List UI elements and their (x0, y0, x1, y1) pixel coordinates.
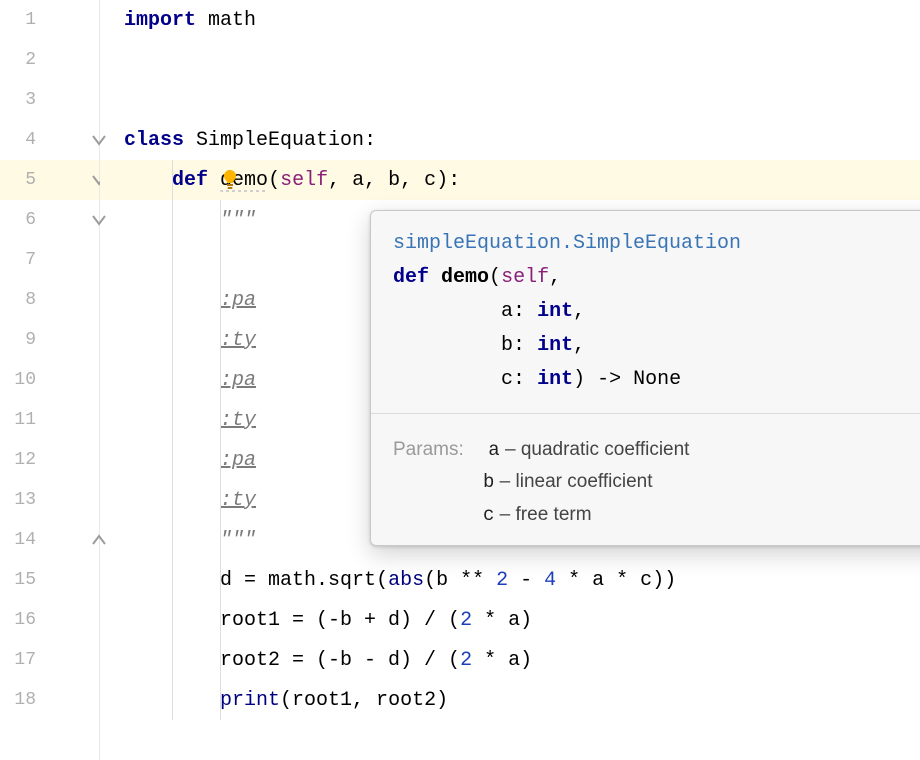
code-editor[interactable]: 1 2 3 4 5 6 7 8 9 10 (0, 0, 920, 760)
gutter-row: 18 (0, 680, 99, 720)
class-name: SimpleEquation (196, 129, 364, 152)
gutter: 1 2 3 4 5 6 7 8 9 10 (0, 0, 100, 760)
indent-guide (220, 200, 221, 720)
gutter-row: 10 (0, 360, 99, 400)
module-name: math (208, 9, 256, 32)
gutter-row: 13 (0, 480, 99, 520)
line-number: 2 (0, 50, 50, 70)
code-line[interactable]: print(root1, root2) (100, 680, 920, 720)
line-number: 3 (0, 90, 50, 110)
quick-doc-popup: simpleEquation.SimpleEquation def demo(s… (370, 210, 920, 546)
indent-guide (172, 160, 173, 720)
gutter-row: 6 (0, 200, 99, 240)
line-number: 14 (0, 530, 50, 550)
code-line[interactable]: class SimpleEquation: (100, 120, 920, 160)
gutter-row: 3 (0, 80, 99, 120)
signature-block: simpleEquation.SimpleEquation def demo(s… (371, 211, 920, 414)
gutter-row: 11 (0, 400, 99, 440)
line-number: 4 (0, 130, 50, 150)
doc-tag: :ty (220, 489, 256, 512)
code-line[interactable]: root1 = (-b + d) / (2 * a) (100, 600, 920, 640)
line-number: 5 (0, 170, 50, 190)
line-number: 16 (0, 610, 50, 630)
line-number: 9 (0, 330, 50, 350)
line-number: 11 (0, 410, 50, 430)
line-number: 18 (0, 690, 50, 710)
line-number: 12 (0, 450, 50, 470)
gutter-row: 9 (0, 320, 99, 360)
intention-bulb-icon[interactable] (218, 168, 242, 192)
line-number: 13 (0, 490, 50, 510)
code-line[interactable]: import math (100, 0, 920, 40)
gutter-row: 1 (0, 0, 99, 40)
self-param: self (280, 169, 328, 192)
docstring: """ (220, 209, 256, 232)
keyword-def: def (172, 169, 208, 192)
gutter-row: 15 (0, 560, 99, 600)
qualifier: simpleEquation.SimpleEquation (393, 232, 741, 255)
gutter-row: 14 (0, 520, 99, 560)
code-line[interactable] (100, 80, 920, 120)
line-number: 15 (0, 570, 50, 590)
doc-tag: :pa (220, 449, 256, 472)
line-number: 6 (0, 210, 50, 230)
code-area[interactable]: import math class SimpleEquation: def de… (100, 0, 920, 760)
gutter-row: 4 (0, 120, 99, 160)
gutter-row: 8 (0, 280, 99, 320)
doc-tag: :pa (220, 369, 256, 392)
code-line[interactable] (100, 40, 920, 80)
line-number: 17 (0, 650, 50, 670)
gutter-row: 2 (0, 40, 99, 80)
gutter-row: 7 (0, 240, 99, 280)
line-number: 7 (0, 250, 50, 270)
keyword-class: class (124, 129, 184, 152)
params-label: Params: (393, 434, 483, 466)
gutter-row: 12 (0, 440, 99, 480)
code-line[interactable]: d = math.sqrt(abs(b ** 2 - 4 * a * c)) (100, 560, 920, 600)
line-number: 1 (0, 10, 50, 30)
doc-tag: :ty (220, 409, 256, 432)
params-block: Params: a – quadratic coefficient b – li… (371, 414, 920, 545)
doc-tag: :pa (220, 289, 256, 312)
line-number: 10 (0, 370, 50, 390)
gutter-row: 5 (0, 160, 99, 200)
gutter-row: 16 (0, 600, 99, 640)
doc-tag: :ty (220, 329, 256, 352)
line-number: 8 (0, 290, 50, 310)
keyword-import: import (124, 9, 196, 32)
docstring: """ (220, 529, 256, 552)
gutter-row: 17 (0, 640, 99, 680)
code-line[interactable]: root2 = (-b - d) / (2 * a) (100, 640, 920, 680)
